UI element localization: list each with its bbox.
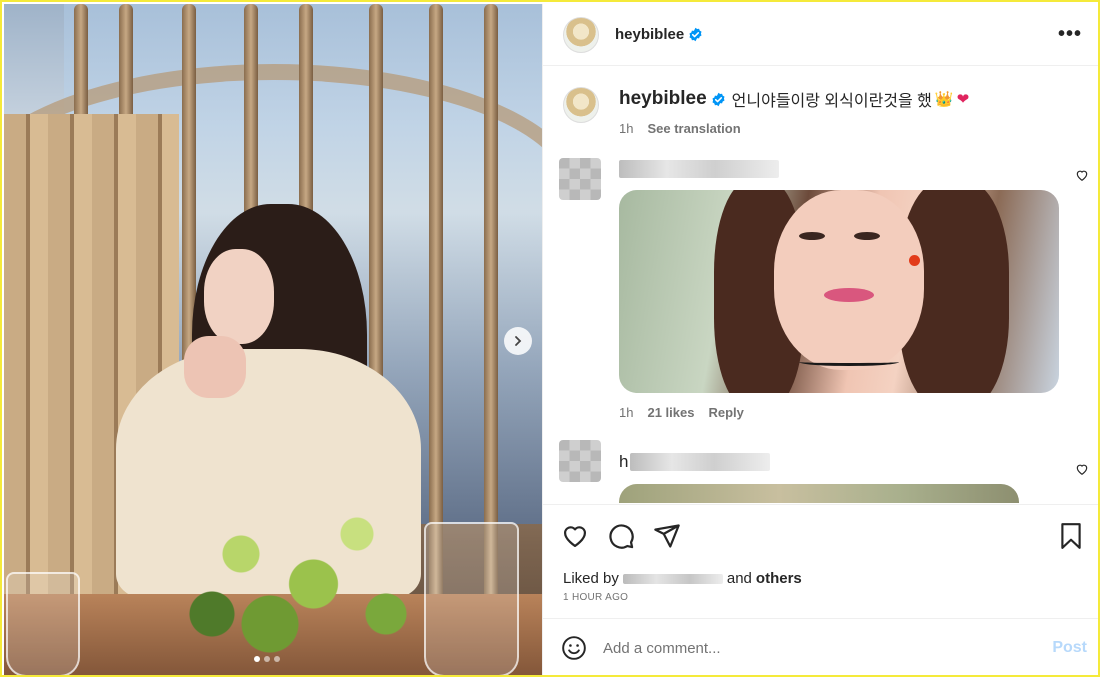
share-button[interactable]: [653, 522, 681, 550]
gif-eye: [854, 232, 880, 240]
save-button[interactable]: [1057, 522, 1085, 550]
next-photo-button[interactable]: [504, 327, 532, 355]
photo-person-hands: [184, 336, 246, 398]
comment-item: 1h 21 likes Reply: [543, 158, 1098, 420]
caption-text: 언니야들이랑 외식이란것을 했: [731, 93, 932, 110]
blurred-username[interactable]: [619, 160, 779, 178]
photo-slat: [484, 4, 498, 604]
screenshot-frame: heybiblee ••• heybiblee 언니야들이랑 외식이란것을 했 …: [0, 0, 1100, 677]
post-photo[interactable]: [4, 4, 542, 675]
blurred-liker-name[interactable]: [622, 573, 723, 584]
carousel-dot: [264, 656, 270, 662]
emoji-icon[interactable]: [561, 635, 587, 661]
comment-input[interactable]: [603, 639, 1053, 657]
photo-plant: [154, 474, 444, 674]
blurred-comment-text: [630, 453, 771, 471]
comment-time: 1h: [619, 405, 634, 420]
share-icon: [654, 523, 680, 548]
avatar[interactable]: [563, 16, 599, 53]
gif-eye: [799, 232, 825, 240]
liked-others-link[interactable]: others: [756, 570, 802, 587]
liked-by-row: Liked by and others: [563, 570, 802, 587]
avatar[interactable]: [563, 87, 599, 123]
caption-time: 1h: [619, 121, 634, 136]
comment-likes[interactable]: 21 likes: [647, 405, 694, 420]
comment-item: h: [543, 440, 1098, 503]
comment-gif: [619, 190, 1059, 393]
post-caption: heybiblee 언니야들이랑 외식이란것을 했 👑 ❤ 1h See tra…: [543, 67, 1098, 136]
photo-person-face: [204, 249, 274, 344]
verified-badge-icon: [712, 92, 725, 106]
bookmark-icon: [1061, 522, 1081, 549]
like-button[interactable]: [561, 522, 589, 550]
gif-choker: [799, 358, 899, 366]
gif-face: [774, 190, 924, 370]
comments-scroll-area[interactable]: heybiblee 언니야들이랑 외식이란것을 했 👑 ❤ 1h See tra…: [543, 67, 1098, 503]
liked-and-label: and: [726, 570, 752, 587]
photo-glass: [6, 572, 80, 675]
add-comment-bar: Post: [543, 618, 1098, 675]
caption-username[interactable]: heybiblee: [619, 88, 707, 110]
post-side-panel: heybiblee ••• heybiblee 언니야들이랑 외식이란것을 했 …: [542, 4, 1098, 675]
post-header: heybiblee •••: [543, 4, 1098, 66]
post-actions-bar: [543, 504, 1098, 566]
reply-button[interactable]: Reply: [708, 405, 743, 420]
avatar[interactable]: [559, 440, 601, 482]
crown-emoji: 👑: [934, 91, 954, 108]
gif-earring: [909, 255, 920, 266]
heart-icon[interactable]: [1075, 462, 1089, 476]
more-options-icon[interactable]: •••: [1058, 23, 1082, 46]
verified-badge-icon: [689, 27, 702, 42]
post-comment-button[interactable]: Post: [1052, 639, 1087, 657]
comment-icon: [609, 523, 634, 549]
avatar[interactable]: [559, 158, 601, 200]
gif-lips: [824, 288, 874, 302]
red-heart-emoji: ❤: [956, 91, 970, 108]
comment-button[interactable]: [607, 522, 635, 550]
liked-by-label: Liked by: [563, 570, 619, 587]
post-timestamp: 1 HOUR AGO: [563, 592, 629, 603]
heart-icon[interactable]: [1075, 168, 1089, 182]
header-username[interactable]: heybiblee: [615, 26, 684, 43]
carousel-dot: [254, 656, 260, 662]
heart-icon: [563, 525, 587, 547]
carousel-dot: [274, 656, 280, 662]
carousel-dots: [254, 656, 280, 662]
comment-gif: [619, 484, 1019, 503]
see-translation-link[interactable]: See translation: [647, 121, 740, 136]
comment-username-start[interactable]: h: [619, 452, 628, 472]
chevron-right-icon: [515, 336, 522, 346]
